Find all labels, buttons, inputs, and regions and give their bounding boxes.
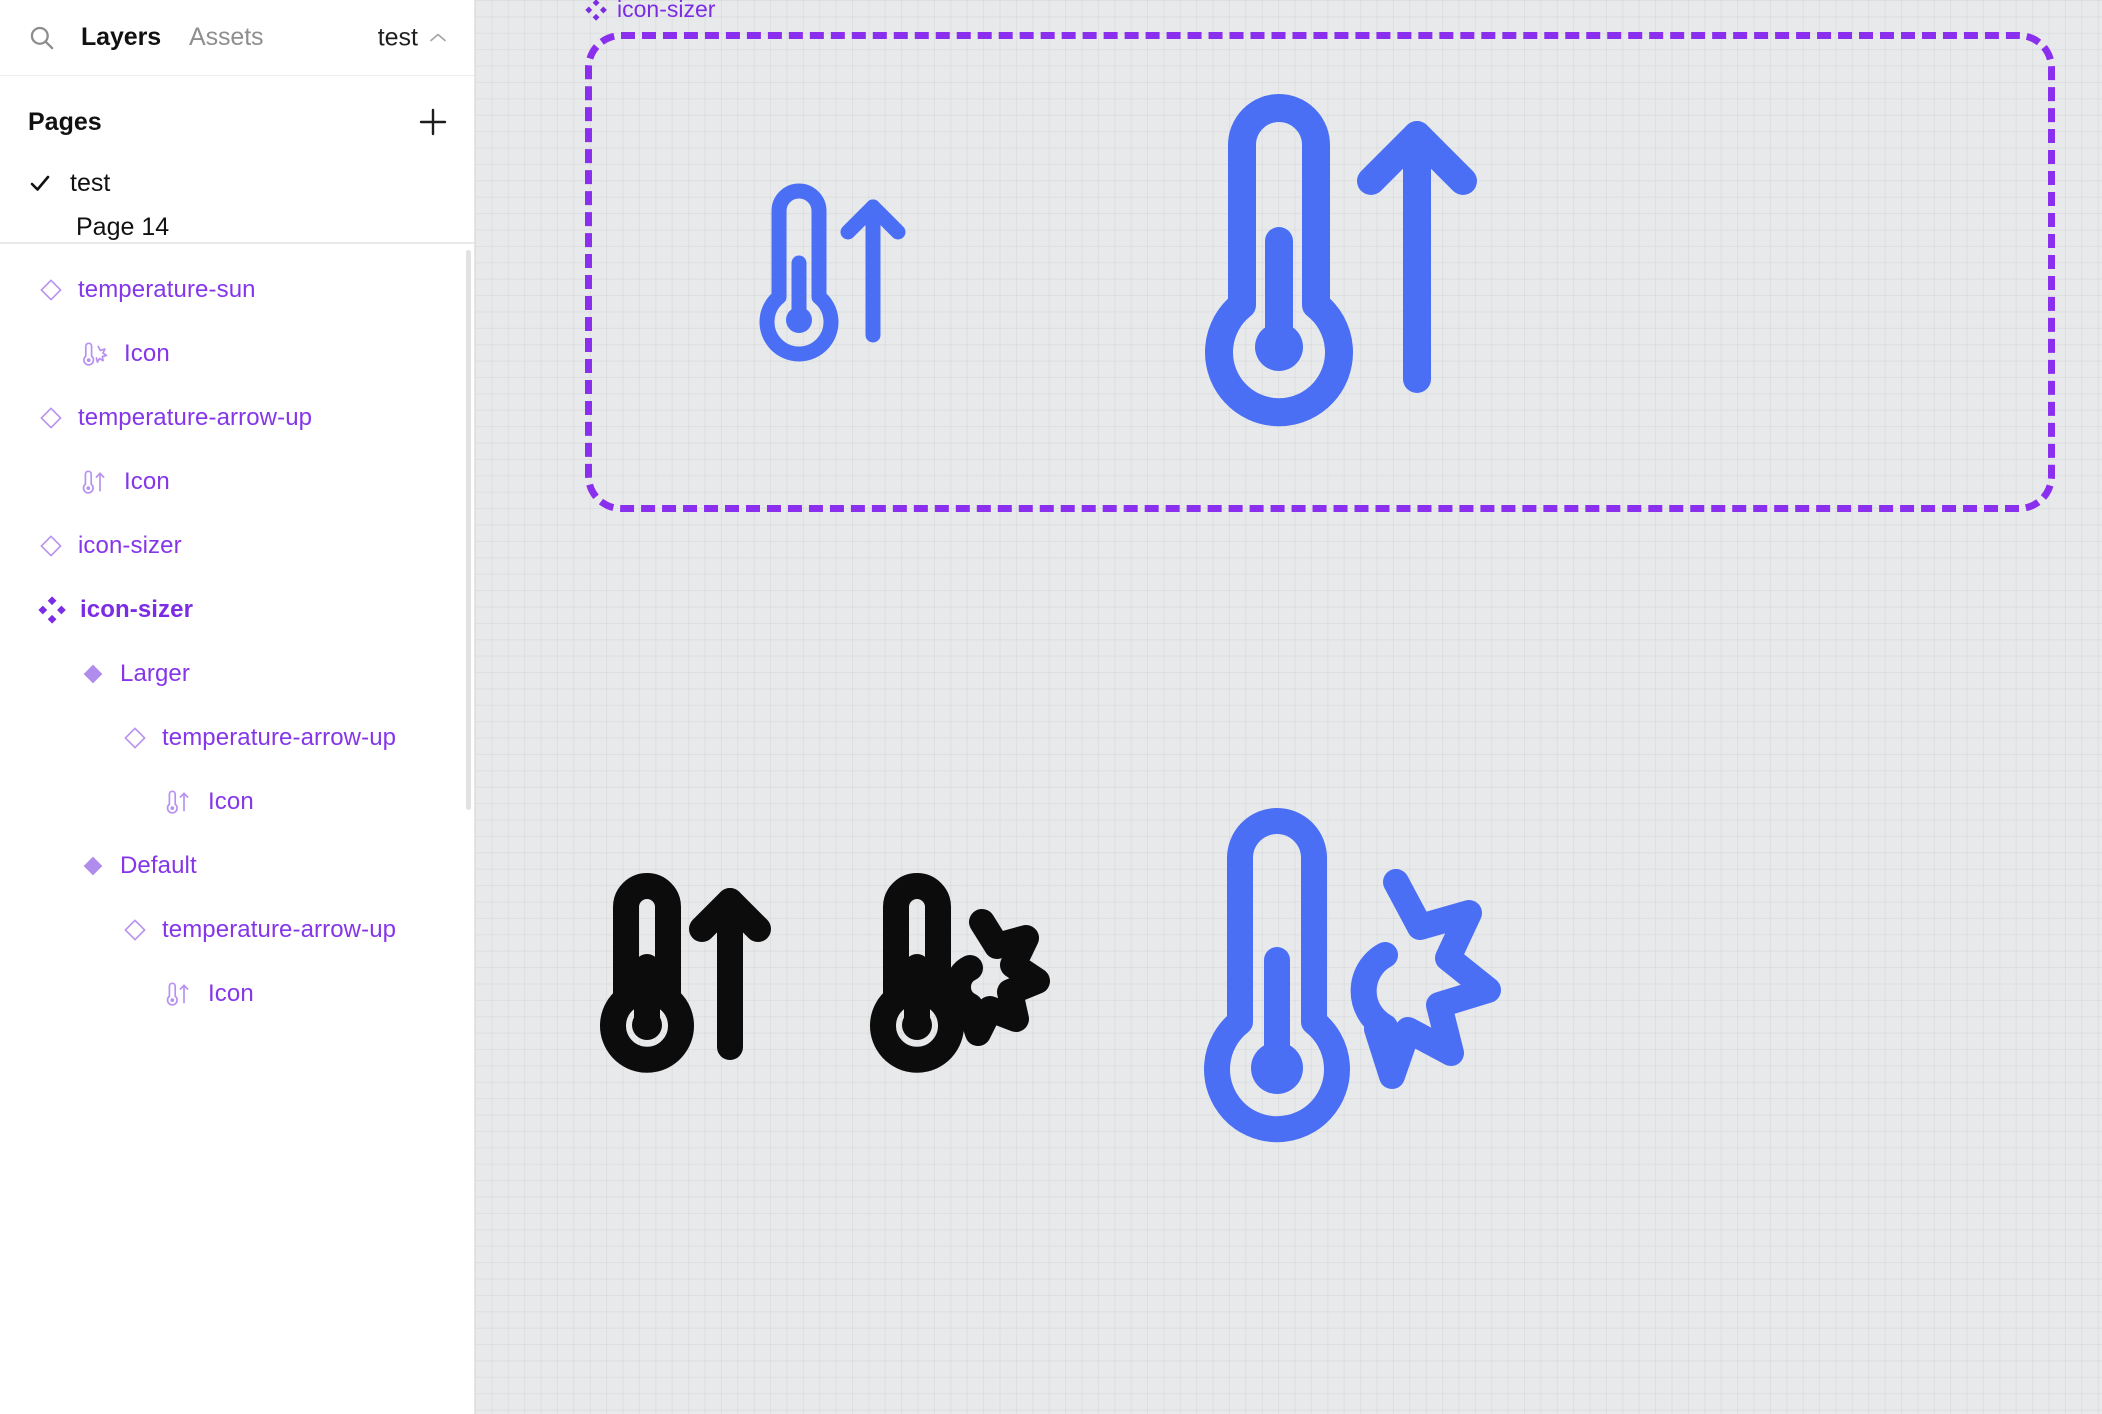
layer-label: temperature-arrow-up bbox=[162, 916, 397, 943]
layer-row-default-icon[interactable]: Icon bbox=[0, 962, 474, 1026]
component-set-icon bbox=[585, 0, 607, 21]
app-root: Layers Assets test Pages test Page 14 te… bbox=[0, 0, 2102, 1414]
layers-tree: temperature-sun Icon temperature-arrow-u… bbox=[0, 244, 474, 1026]
artwork-temperature-arrow-up-black[interactable] bbox=[590, 873, 771, 1073]
layer-label: Icon bbox=[208, 788, 254, 815]
layer-label: icon-sizer bbox=[78, 532, 182, 559]
page-item-label: Page 14 bbox=[76, 213, 170, 241]
diamond-outline-icon bbox=[122, 917, 148, 943]
tab-layers[interactable]: Layers bbox=[81, 23, 161, 52]
check-icon bbox=[28, 171, 52, 195]
diamond-filled-icon bbox=[80, 853, 106, 879]
frame-label[interactable]: icon-sizer bbox=[585, 0, 715, 23]
layer-row-icon-sizer-set[interactable]: icon-sizer bbox=[0, 578, 474, 642]
canvas[interactable]: icon-sizer bbox=[475, 0, 2102, 1414]
page-item-test[interactable]: test bbox=[0, 154, 474, 212]
page-item-page-14[interactable]: Page 14 bbox=[0, 212, 474, 242]
layer-row-variant-larger[interactable]: Larger bbox=[0, 642, 474, 706]
document-selector[interactable]: test bbox=[378, 23, 448, 52]
chevron-up-icon bbox=[428, 31, 448, 44]
layer-row-temperature-arrow-up[interactable]: temperature-arrow-up bbox=[0, 386, 474, 450]
layer-label: temperature-arrow-up bbox=[78, 404, 313, 431]
diamond-filled-icon bbox=[80, 661, 106, 687]
diamond-outline-icon bbox=[122, 725, 148, 751]
layer-row-larger-temperature-arrow-up[interactable]: temperature-arrow-up bbox=[0, 706, 474, 770]
artwork-temperature-arrow-up-large-blue[interactable] bbox=[1180, 94, 1477, 427]
thermometer-sun-icon bbox=[76, 339, 110, 369]
layer-label: temperature-sun bbox=[78, 276, 256, 303]
diamond-outline-icon bbox=[38, 533, 64, 559]
tab-assets[interactable]: Assets bbox=[189, 23, 264, 52]
pages-header: Pages bbox=[0, 90, 474, 154]
layer-label: temperature-arrow-up bbox=[162, 724, 397, 751]
layer-label: Default bbox=[120, 852, 197, 879]
diamond-outline-icon bbox=[38, 277, 64, 303]
search-icon[interactable] bbox=[28, 24, 55, 51]
layer-row-icon-temperature-sun[interactable]: Icon bbox=[0, 322, 474, 386]
plus-icon[interactable] bbox=[416, 105, 450, 139]
layer-label: Icon bbox=[208, 980, 254, 1007]
layer-row-larger-icon[interactable]: Icon bbox=[0, 770, 474, 834]
thermometer-arrow-up-icon bbox=[160, 787, 194, 817]
panel-header: Layers Assets test bbox=[0, 0, 474, 76]
layer-label: icon-sizer bbox=[80, 596, 194, 623]
layer-label: Icon bbox=[124, 468, 170, 495]
layer-label: Larger bbox=[120, 660, 190, 687]
layer-row-icon-sizer-component[interactable]: icon-sizer bbox=[0, 514, 474, 578]
layer-row-icon-temperature-arrow-up[interactable]: Icon bbox=[0, 450, 474, 514]
pages-divider bbox=[0, 242, 474, 244]
layer-label: Icon bbox=[124, 340, 170, 367]
sidebar-scrollbar[interactable] bbox=[466, 250, 471, 810]
document-name: test bbox=[377, 23, 418, 51]
frame-label-text: icon-sizer bbox=[617, 0, 716, 22]
layer-row-temperature-sun[interactable]: temperature-sun bbox=[0, 258, 474, 322]
component-set-icon bbox=[38, 596, 66, 624]
layer-row-default-temperature-arrow-up[interactable]: temperature-arrow-up bbox=[0, 898, 474, 962]
layer-row-variant-default[interactable]: Default bbox=[0, 834, 474, 898]
pages-title: Pages bbox=[28, 107, 102, 136]
artwork-temperature-arrow-up-small-blue[interactable] bbox=[745, 183, 906, 362]
artwork-temperature-sun-blue[interactable] bbox=[1185, 808, 1510, 1155]
thermometer-arrow-up-icon bbox=[76, 467, 110, 497]
left-sidebar: Layers Assets test Pages test Page 14 te… bbox=[0, 0, 475, 1414]
panel-tabs: Layers Assets bbox=[81, 23, 264, 52]
pages-section: Pages test Page 14 bbox=[0, 76, 474, 244]
diamond-outline-icon bbox=[38, 405, 64, 431]
page-item-label: test bbox=[70, 168, 111, 197]
artwork-temperature-sun-black[interactable] bbox=[860, 873, 1050, 1073]
thermometer-arrow-up-icon bbox=[160, 979, 194, 1009]
